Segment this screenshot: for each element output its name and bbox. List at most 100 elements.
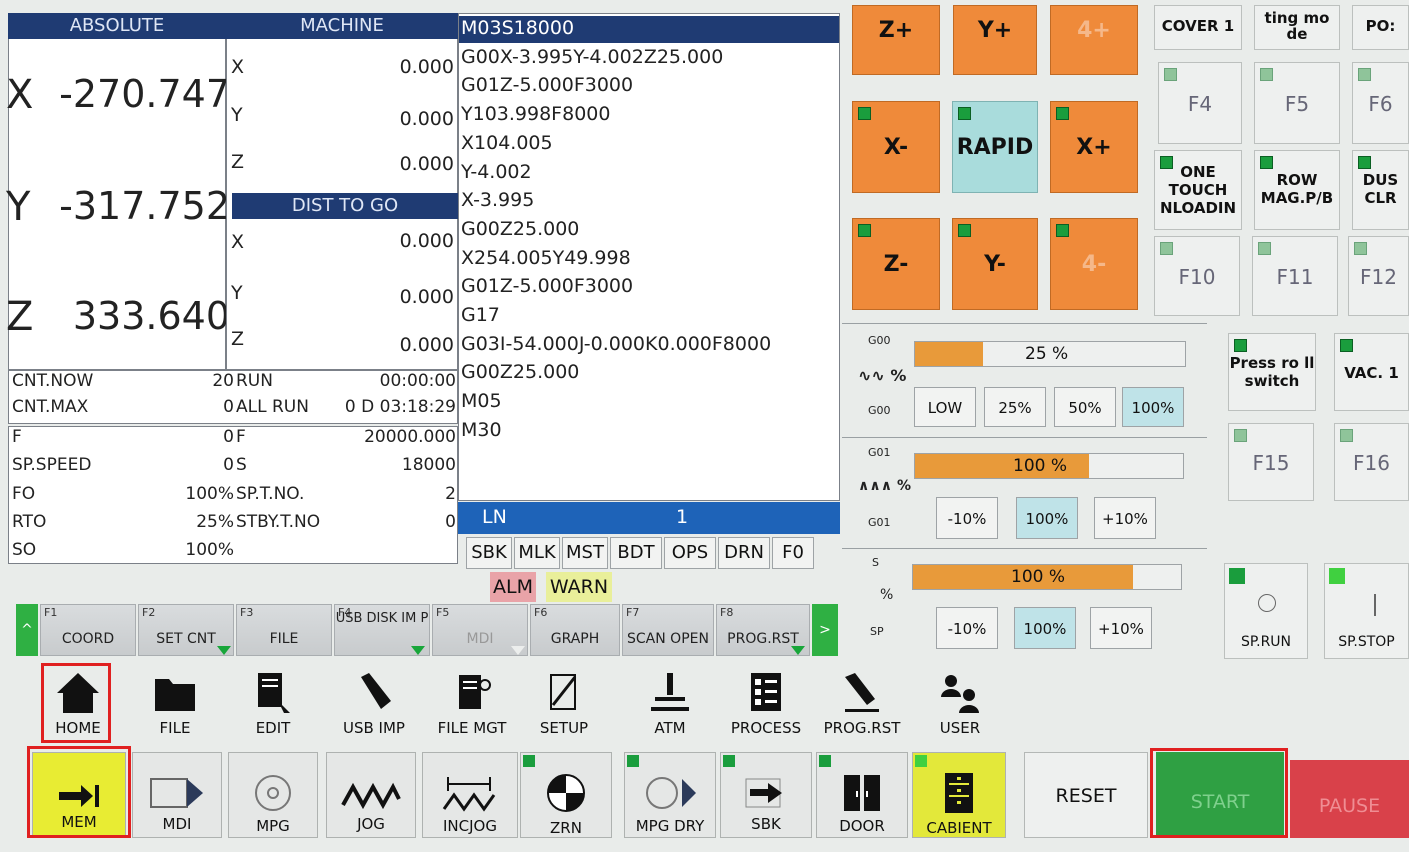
program-line[interactable]: G17 — [461, 301, 837, 330]
spindle-100-button[interactable]: 100% — [1014, 607, 1076, 649]
g01-plus10-button[interactable]: +10% — [1094, 497, 1156, 539]
program-line[interactable]: X104.005 — [461, 129, 837, 158]
jog-x-plus-button[interactable]: X+ — [1050, 101, 1138, 193]
nav-edit[interactable]: EDIT — [238, 667, 308, 743]
program-line[interactable]: M30 — [461, 416, 837, 445]
program-line[interactable]: Y103.998F8000 — [461, 100, 837, 129]
press-roll-switch-button[interactable]: Press ro ll switch — [1228, 333, 1316, 411]
po-button[interactable]: PO: — [1352, 5, 1409, 50]
mode-label: SBK — [751, 815, 781, 833]
program-listing[interactable]: M03S18000 G00X-3.995Y-4.002Z25.000 G01Z-5.… — [461, 14, 837, 445]
spindle-stop-button[interactable]: SP.STOP — [1324, 563, 1409, 659]
g00-value: 25 % — [1025, 344, 1069, 364]
rapid-label: RAPID — [956, 135, 1034, 160]
program-line[interactable]: G00Z25.000 — [461, 358, 837, 387]
abs-x-label: X — [6, 72, 34, 118]
mode-cabinet-button[interactable]: CABIENT — [912, 752, 1006, 838]
pause-button[interactable]: PAUSE — [1290, 760, 1409, 838]
mode-sbk-button[interactable]: SBK — [720, 752, 812, 838]
cnt-now-label: CNT.NOW — [12, 371, 94, 391]
g00-50-button[interactable]: 50% — [1054, 387, 1116, 427]
f10-label: F10 — [1178, 265, 1216, 289]
f4-button[interactable]: F4 — [1158, 62, 1242, 144]
row-mag-label: ROW MAG.P/B — [1260, 171, 1334, 207]
spindle-plus10-button[interactable]: +10% — [1090, 607, 1152, 649]
program-line[interactable]: Y-4.002 — [461, 158, 837, 187]
softkey-f4-usb-disk[interactable]: F4 USB DISK IM P — [334, 604, 430, 656]
jog-x-minus-button[interactable]: X- — [852, 101, 940, 193]
mode-jog-button[interactable]: JOG — [326, 752, 416, 838]
nav-usb-imp[interactable]: USB IMP — [334, 667, 414, 743]
jog-y-plus-button[interactable]: Y+ — [953, 5, 1037, 75]
divider — [842, 548, 1207, 549]
row-mag-button[interactable]: ROW MAG.P/B — [1254, 150, 1340, 230]
program-line[interactable]: G00X-3.995Y-4.002Z25.000 — [461, 43, 837, 72]
spindle-minus10-button[interactable]: -10% — [936, 607, 998, 649]
mode-mdi-button[interactable]: MDI — [132, 752, 222, 838]
mode-zrn-button[interactable]: ZRN — [520, 752, 612, 838]
one-touch-download-button[interactable]: ONE TOUCH NLOADIN — [1154, 150, 1242, 230]
softkey-next-button[interactable]: > — [812, 604, 838, 656]
dust-clear-button[interactable]: DUS CLR — [1352, 150, 1409, 230]
press-roll-label: Press ro ll switch — [1229, 354, 1315, 390]
g01-minus10-button[interactable]: -10% — [936, 497, 998, 539]
jog-z-minus-button[interactable]: Z- — [852, 218, 940, 310]
program-line[interactable]: X-3.995 — [461, 186, 837, 215]
nav-process[interactable]: PROCESS — [728, 667, 804, 743]
program-line[interactable]: G01Z-5.000F3000 — [461, 272, 837, 301]
program-line[interactable]: G01Z-5.000F3000 — [461, 71, 837, 100]
program-line[interactable]: X254.005Y49.998 — [461, 244, 837, 273]
f16-button[interactable]: F16 — [1334, 423, 1409, 501]
f5-button[interactable]: F5 — [1254, 62, 1340, 144]
reset-button[interactable]: RESET — [1024, 752, 1148, 838]
spindle-override-bar[interactable]: 100 % — [912, 564, 1182, 590]
jog-4-minus-button[interactable]: 4- — [1050, 218, 1138, 310]
softkey-f8-prog-rst[interactable]: F8 PROG.RST — [716, 604, 810, 656]
f10-button[interactable]: F10 — [1154, 236, 1240, 316]
g00-override-bar[interactable]: 25 % — [914, 341, 1186, 367]
program-line[interactable]: G03I-54.000J-0.000K0.000F8000 — [461, 330, 837, 359]
mode-mpg-dry-button[interactable]: MPG DRY — [624, 752, 716, 838]
spindle-run-button[interactable]: SP.RUN — [1224, 563, 1308, 659]
nav-file-mgt[interactable]: FILE MGT — [430, 667, 514, 743]
rapid-button[interactable]: RAPID — [952, 101, 1038, 193]
nav-label: SETUP — [539, 719, 589, 737]
g01-override-bar[interactable]: 100 % — [914, 453, 1184, 479]
program-line[interactable]: G00Z25.000 — [461, 215, 837, 244]
softkey-f3-file[interactable]: F3 FILE — [236, 604, 332, 656]
f11-button[interactable]: F11 — [1252, 236, 1338, 316]
softkey-f5-mdi[interactable]: F5 MDI — [432, 604, 528, 656]
mode-mpg-button[interactable]: MPG — [228, 752, 318, 838]
f15-button[interactable]: F15 — [1228, 423, 1314, 501]
softkey-f7-scan-open[interactable]: F7 SCAN OPEN — [622, 604, 714, 656]
nav-setup[interactable]: SETUP — [528, 667, 600, 743]
nav-atm[interactable]: ATM — [634, 667, 706, 743]
mode-incjog-button[interactable]: INCJOG — [422, 752, 518, 838]
g01-100-button[interactable]: 100% — [1016, 497, 1078, 539]
g00-low-button[interactable]: LOW — [914, 387, 976, 427]
run-label: RUN — [236, 371, 273, 391]
g00-25-button[interactable]: 25% — [984, 387, 1046, 427]
nav-label: FILE MGT — [437, 719, 507, 737]
softkey-f6-graph[interactable]: F6 GRAPH — [530, 604, 620, 656]
jog-z-plus-button[interactable]: Z+ — [852, 5, 940, 75]
g01-feed-icon: ∧∧∧ % — [858, 478, 912, 494]
nav-user[interactable]: USER — [924, 667, 996, 743]
vac1-button[interactable]: VAC. 1 — [1334, 333, 1409, 411]
f16-label: F16 — [1353, 451, 1390, 475]
f6-button[interactable]: F6 — [1352, 62, 1409, 144]
cover1-button[interactable]: COVER 1 — [1154, 5, 1242, 50]
f12-button[interactable]: F12 — [1348, 236, 1409, 316]
softkey-f2-set-cnt[interactable]: F2 SET CNT — [138, 604, 234, 656]
program-line[interactable]: M05 — [461, 387, 837, 416]
jog-y-minus-button[interactable]: Y- — [952, 218, 1038, 310]
nav-prog-rst[interactable]: PROG.RST — [822, 667, 902, 743]
softkey-f1-coord[interactable]: F1 COORD — [40, 604, 136, 656]
setting-mode-button[interactable]: ting mo de — [1254, 5, 1340, 50]
mode-door-button[interactable]: DOOR — [816, 752, 908, 838]
jog-4-plus-button[interactable]: 4+ — [1050, 5, 1138, 75]
g00-100-button[interactable]: 100% — [1122, 387, 1184, 427]
program-line-current[interactable]: M03S18000 — [461, 14, 837, 43]
nav-file[interactable]: FILE — [140, 667, 210, 743]
softkey-prev-button[interactable]: ^ — [16, 604, 38, 656]
